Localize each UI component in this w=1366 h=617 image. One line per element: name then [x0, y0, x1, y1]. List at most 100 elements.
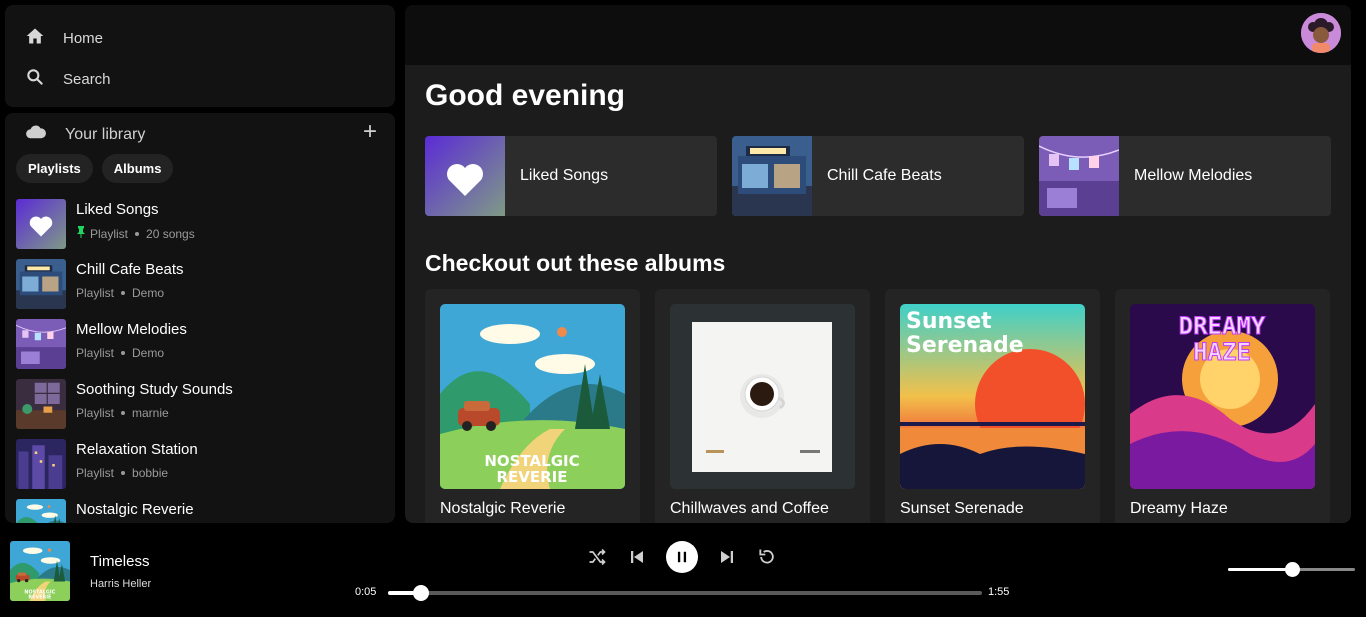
library-item-meta: Liked Songs Playlist 20 songs [76, 199, 195, 241]
library-item-title: Mellow Melodies [76, 321, 187, 338]
library-item-type: Playlist [90, 226, 129, 241]
library-item[interactable]: Soothing Study Sounds Playlist marnie [16, 379, 386, 439]
album-card[interactable]: NOSTALGIC REVERIE Nostalgic Reverie [425, 289, 640, 523]
elapsed-time: 0:05 [355, 586, 377, 598]
library-item-detail: bobbie [132, 466, 169, 480]
pin-icon [76, 226, 86, 241]
chip-playlists[interactable]: Playlists [16, 154, 93, 183]
user-avatar[interactable] [1301, 13, 1341, 53]
library-item-title: Liked Songs [76, 201, 159, 218]
nav-home-label: Home [63, 29, 104, 47]
library-item-subtitle: Playlist 20 songs [76, 226, 195, 241]
library-header[interactable]: Your library [25, 123, 145, 146]
now-playing-cover[interactable]: NOSTALGIC REVERIE [10, 541, 70, 601]
repeat-icon [759, 549, 774, 564]
library-item-meta: Mellow Melodies Playlist Demo [76, 319, 187, 360]
now-playing-artist[interactable]: Harris Heller [90, 578, 151, 590]
library-item[interactable]: Chill Cafe Beats Playlist Demo [16, 259, 386, 319]
library-item-subtitle: Playlist marnie [76, 406, 233, 420]
album-card[interactable]: Sunset Serenade Sunset Serenade [885, 289, 1100, 523]
svg-text:REVERIE: REVERIE [28, 595, 51, 601]
quick-access-label: Mellow Melodies [1134, 167, 1253, 184]
library-item-meta: Soothing Study Sounds Playlist marnie [76, 379, 233, 420]
chip-albums[interactable]: Albums [101, 154, 174, 183]
separator-dot [121, 351, 126, 355]
svg-text:DREAMY: DREAMY [1179, 312, 1266, 340]
albums-section-title: Checkout out these albums [425, 250, 726, 276]
playback-controls [586, 541, 778, 573]
library-item-detail: Demo [132, 286, 165, 300]
library-title: Your library [65, 125, 146, 143]
library-icon [25, 123, 47, 146]
library-item-title: Nostalgic Reverie [76, 501, 194, 518]
album-cover [670, 304, 855, 489]
quick-access-card[interactable]: Mellow Melodies [1039, 136, 1331, 216]
separator-dot [121, 471, 126, 475]
search-icon [25, 67, 45, 91]
library-item[interactable]: Liked Songs Playlist 20 songs [16, 199, 386, 259]
library-item-cover [16, 319, 66, 369]
pause-icon [677, 551, 687, 563]
album-title: Nostalgic Reverie [440, 500, 566, 517]
svg-text:Sunset: Sunset [906, 309, 992, 334]
album-title: Dreamy Haze [1130, 500, 1228, 517]
library-item-meta: Nostalgic Reverie [76, 499, 194, 518]
quick-access-label: Liked Songs [520, 167, 609, 184]
separator-dot [121, 411, 126, 415]
library-item-meta: Relaxation Station Playlist bobbie [76, 439, 198, 480]
progress-handle[interactable] [412, 585, 429, 601]
player-bar: NOSTALGIC REVERIE Timeless Harris Heller … [0, 528, 1366, 617]
library-item-cover [16, 199, 66, 249]
top-bar [405, 5, 1351, 65]
volume-slider[interactable] [1228, 562, 1355, 577]
library-item-cover [16, 379, 66, 429]
library-item-detail: 20 songs [146, 226, 195, 241]
home-icon [25, 26, 45, 50]
album-card[interactable]: Chillwaves and Coffee [655, 289, 870, 523]
quick-access-card[interactable]: Liked Songs [425, 136, 717, 216]
nav-search-label: Search [63, 70, 111, 88]
quick-access-label: Chill Cafe Beats [827, 167, 942, 184]
library-item-cover [16, 439, 66, 489]
next-button[interactable] [716, 546, 738, 568]
shuffle-icon [589, 548, 606, 566]
svg-text:Serenade: Serenade [906, 333, 1024, 358]
library-item[interactable]: Relaxation Station Playlist bobbie [16, 439, 386, 499]
library-item-title: Soothing Study Sounds [76, 381, 233, 398]
progress-bar[interactable] [388, 585, 982, 601]
svg-text:REVERIE: REVERIE [496, 468, 567, 486]
quick-access-card[interactable]: Chill Cafe Beats [732, 136, 1024, 216]
main-content: Good evening Liked Songs Chill Cafe Beats… [405, 5, 1351, 523]
nav-panel: Home Search [5, 5, 395, 107]
previous-button[interactable] [626, 546, 648, 568]
nav-home[interactable]: Home [25, 26, 103, 50]
volume-fill [1228, 568, 1292, 571]
library-item-cover [16, 259, 66, 309]
play-pause-button[interactable] [666, 541, 698, 573]
nav-search[interactable]: Search [25, 67, 111, 91]
library-item-title: Relaxation Station [76, 441, 198, 458]
svg-text:HAZE: HAZE [1193, 338, 1251, 366]
total-time: 1:55 [988, 586, 1010, 598]
library-item-title: Chill Cafe Beats [76, 261, 184, 278]
library-item-type: Playlist [76, 406, 115, 420]
album-title: Sunset Serenade [900, 500, 1024, 517]
library-item-subtitle: Playlist bobbie [76, 466, 198, 480]
shuffle-button[interactable] [586, 546, 608, 568]
add-playlist-button[interactable]: + [363, 119, 377, 145]
library-item-type: Playlist [76, 346, 115, 360]
library-item-detail: Demo [132, 346, 165, 360]
library-item-cover: NOSTALGICREVERIE [16, 499, 66, 523]
volume-handle[interactable] [1284, 562, 1300, 577]
repeat-button[interactable] [756, 546, 778, 568]
library-item[interactable]: NOSTALGICREVERIE Nostalgic Reverie [16, 499, 386, 523]
library-item-detail: marnie [132, 406, 169, 420]
album-cover: Sunset Serenade [900, 304, 1085, 489]
library-item[interactable]: Mellow Melodies Playlist Demo [16, 319, 386, 379]
now-playing-title[interactable]: Timeless [90, 553, 149, 570]
separator-dot [121, 291, 126, 295]
quick-access-cover [732, 136, 812, 216]
album-card[interactable]: DREAMY HAZE Dreamy Haze [1115, 289, 1330, 523]
album-cover: NOSTALGIC REVERIE [440, 304, 625, 489]
quick-access-cover [1039, 136, 1119, 216]
